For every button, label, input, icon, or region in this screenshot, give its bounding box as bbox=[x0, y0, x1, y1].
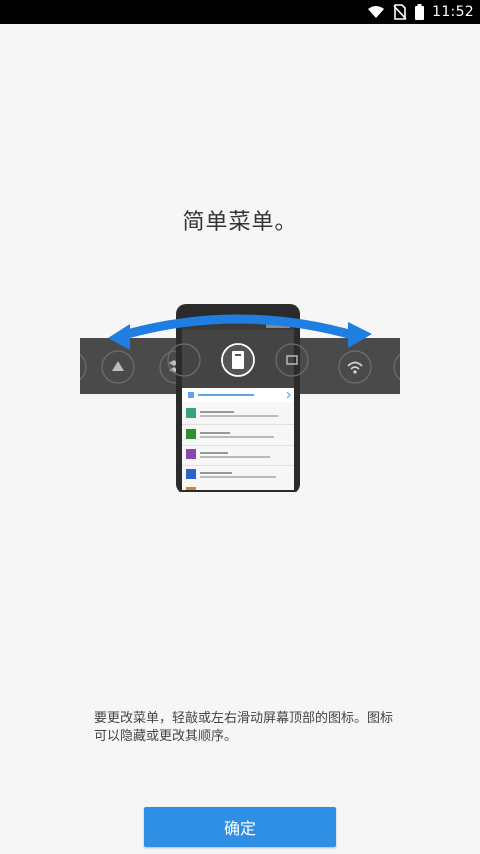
no-sim-icon bbox=[393, 4, 407, 20]
instruction-text: 要更改菜单，轻敲或左右滑动屏幕顶部的图标。图标可以隐藏或更改其顺序。 bbox=[94, 711, 394, 744]
easy-menu-illustration bbox=[80, 304, 400, 492]
status-icons: 11:52 bbox=[367, 0, 480, 24]
document-strip-icon bbox=[221, 343, 255, 377]
status-bar: 11:52 bbox=[0, 0, 480, 24]
status-time: 11:52 bbox=[432, 4, 474, 20]
confirm-button[interactable]: 确定 bbox=[144, 807, 336, 847]
battery-icon bbox=[415, 4, 425, 20]
page-title: 简单菜单。 bbox=[182, 210, 298, 235]
wifi-icon bbox=[368, 6, 385, 18]
phone-content bbox=[182, 388, 294, 490]
